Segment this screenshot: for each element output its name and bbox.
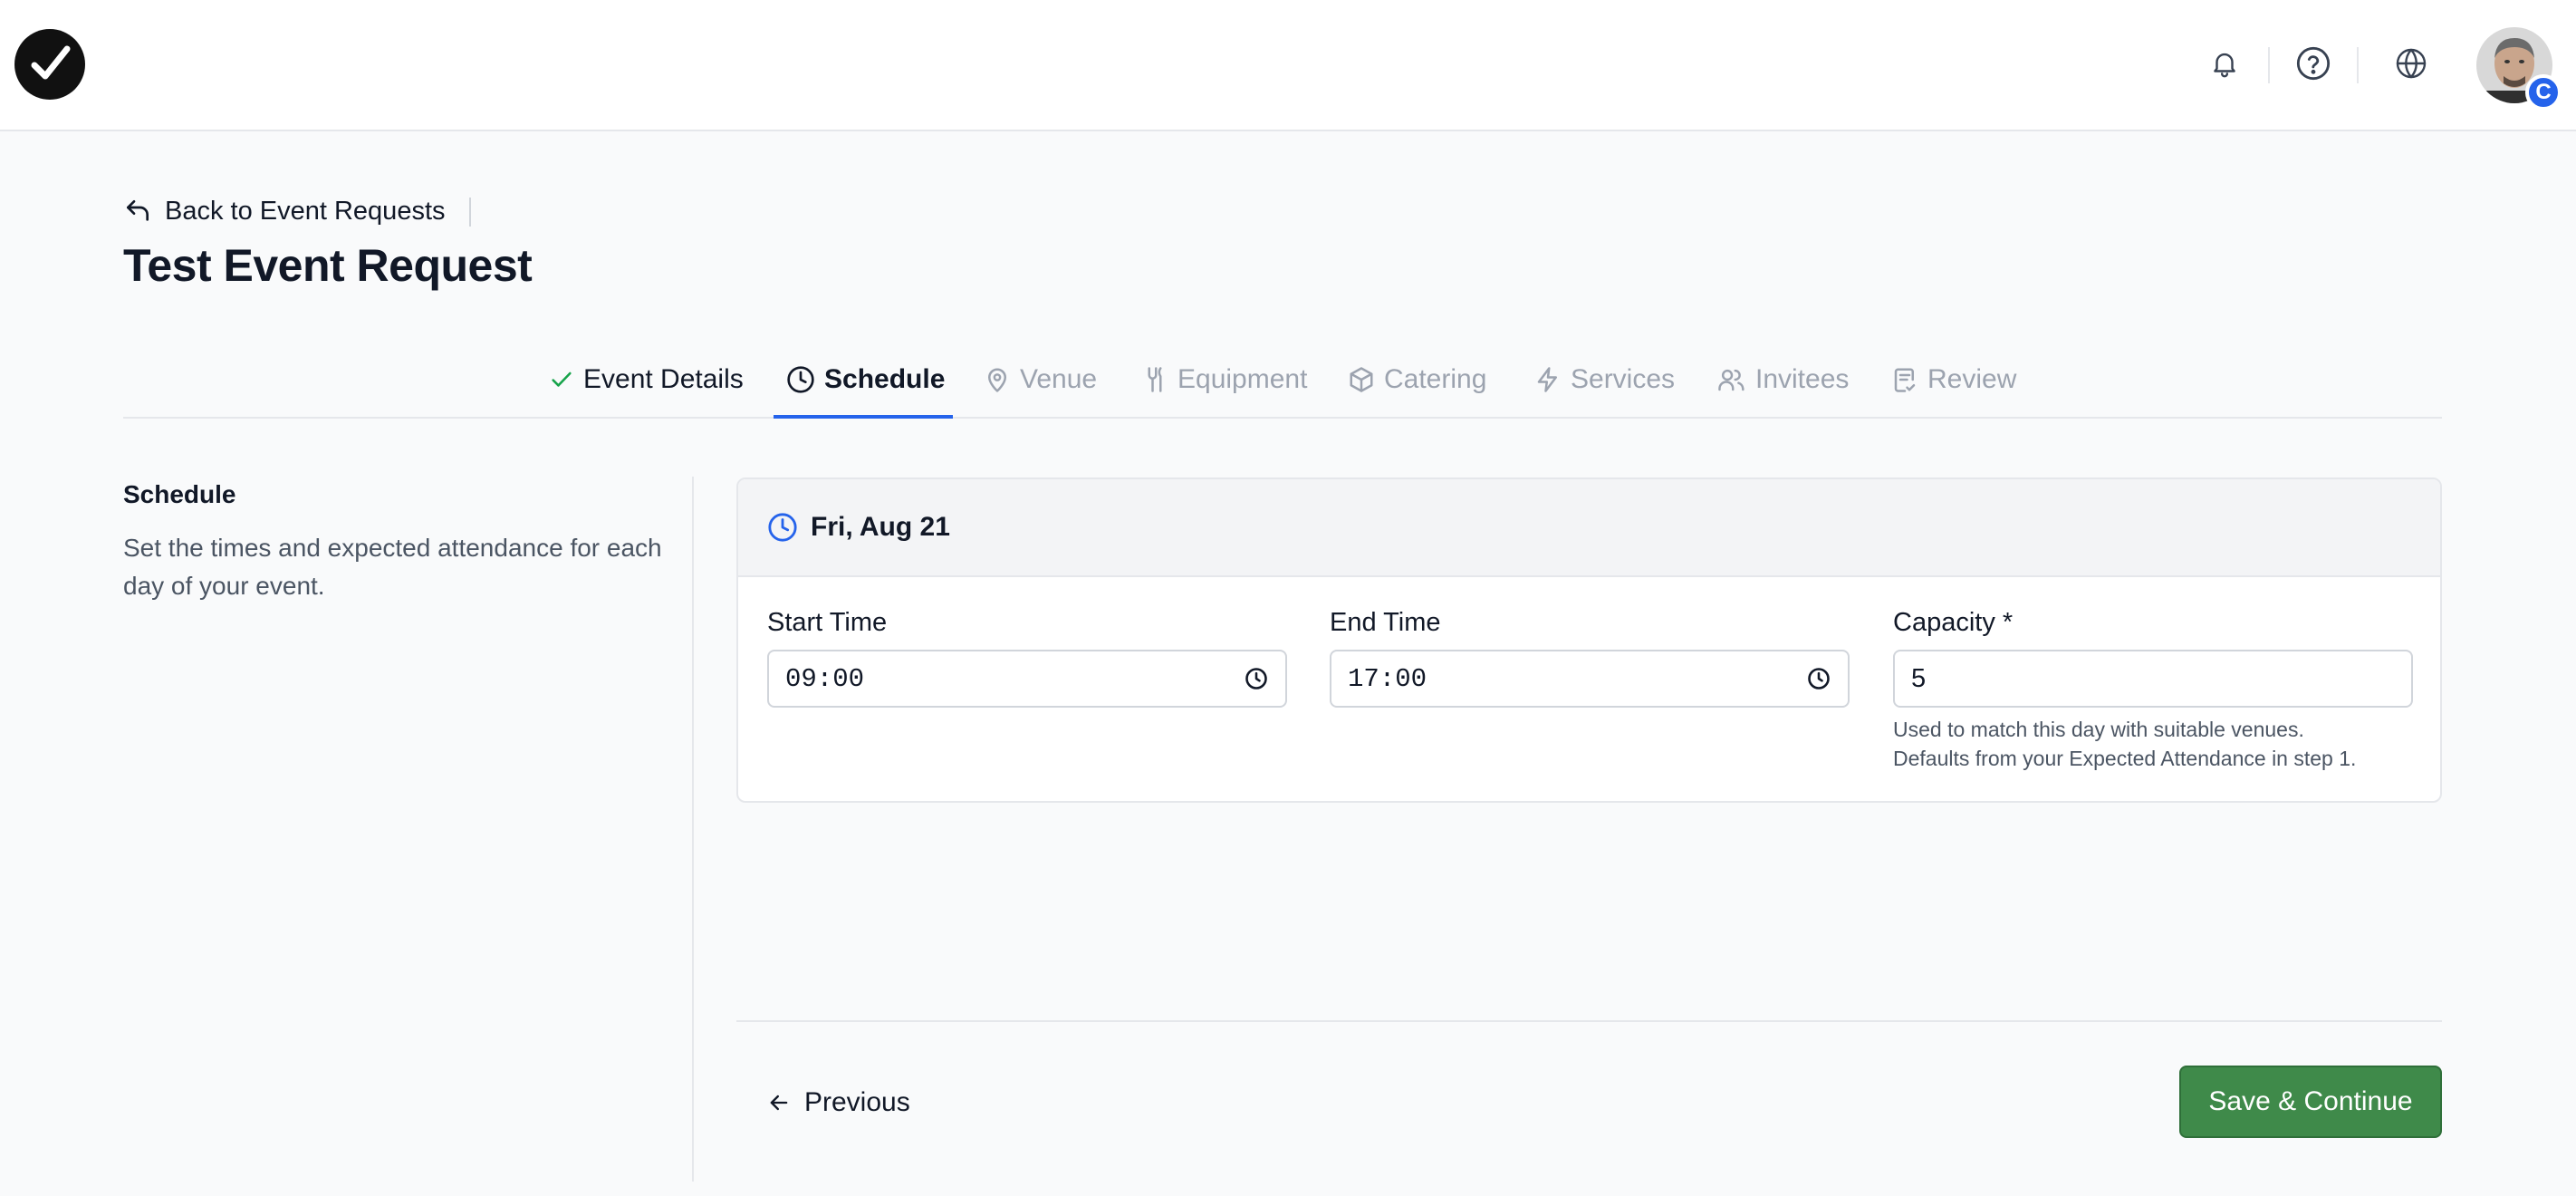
- end-time-label: End Time: [1330, 608, 1441, 637]
- checkmark-logo-icon[interactable]: [14, 29, 85, 100]
- day-schedule-card: Fri, Aug 21 Start Time 09:00 End Time 17…: [736, 477, 2442, 803]
- tab-review[interactable]: Review: [1891, 340, 2016, 419]
- tab-services[interactable]: Services: [1534, 340, 1675, 419]
- back-arrow-icon: [123, 197, 152, 226]
- bell-icon[interactable]: [2203, 42, 2246, 85]
- tab-venue[interactable]: Venue: [984, 340, 1097, 419]
- start-time-value: 09:00: [785, 663, 865, 694]
- back-link-label: Back to Event Requests: [165, 196, 446, 226]
- users-icon: [1717, 366, 1746, 393]
- start-time-input[interactable]: 09:00: [767, 650, 1287, 708]
- arrow-left-icon: [766, 1090, 792, 1115]
- section-title: Schedule: [123, 480, 236, 508]
- capacity-label: Capacity *: [1893, 608, 2014, 637]
- capacity-helper-text: Used to match this day with suitable ven…: [1893, 718, 2357, 770]
- breadcrumb-divider: [469, 198, 471, 227]
- active-tab-indicator: [774, 415, 953, 419]
- wrench-icon: [1141, 366, 1168, 393]
- page-title: Test Event Request: [123, 240, 533, 291]
- toolbar-divider: [2268, 47, 2270, 83]
- check-icon: [549, 367, 574, 392]
- help-icon[interactable]: [2292, 42, 2335, 85]
- avatar[interactable]: C: [2476, 27, 2562, 111]
- end-time-value: 17:00: [1348, 663, 1427, 694]
- day-date: Fri, Aug 21: [811, 512, 950, 542]
- previous-label: Previous: [804, 1087, 910, 1117]
- clock-picker-icon[interactable]: [1244, 666, 1269, 691]
- globe-icon[interactable]: [2389, 42, 2433, 85]
- tab-catering[interactable]: Catering: [1348, 340, 1486, 419]
- map-pin-icon: [984, 366, 1011, 393]
- capacity-input[interactable]: 5: [1893, 650, 2413, 708]
- toolbar-divider: [2357, 47, 2359, 83]
- tab-invitees[interactable]: Invitees: [1717, 340, 1849, 419]
- avatar-badge: C: [2525, 74, 2562, 111]
- start-time-label: Start Time: [767, 608, 888, 637]
- top-bar: C: [0, 0, 2576, 131]
- previous-button[interactable]: Previous: [766, 1082, 910, 1124]
- capacity-value: 5: [1911, 663, 1927, 693]
- save-and-continue-button[interactable]: Save & Continue: [2179, 1066, 2442, 1138]
- clock-picker-icon[interactable]: [1806, 666, 1831, 691]
- tab-event-details[interactable]: Event Details: [549, 340, 744, 419]
- footer-divider: [736, 1020, 2442, 1022]
- day-card-header: Fri, Aug 21: [738, 479, 2440, 577]
- column-divider: [692, 477, 694, 1182]
- back-to-event-requests-link[interactable]: Back to Event Requests: [123, 192, 446, 230]
- bolt-icon: [1534, 366, 1562, 393]
- tab-schedule[interactable]: Schedule: [786, 340, 945, 419]
- clipboard-check-icon: [1891, 365, 1918, 394]
- end-time-input[interactable]: 17:00: [1330, 650, 1850, 708]
- clock-icon: [767, 512, 798, 543]
- box-icon: [1348, 366, 1375, 393]
- tab-equipment[interactable]: Equipment: [1141, 340, 1307, 419]
- section-description: Set the times and expected attendance fo…: [123, 534, 662, 600]
- clock-icon: [786, 365, 815, 394]
- step-tabs: Event Details Schedule Venue Equipment C…: [123, 340, 2442, 419]
